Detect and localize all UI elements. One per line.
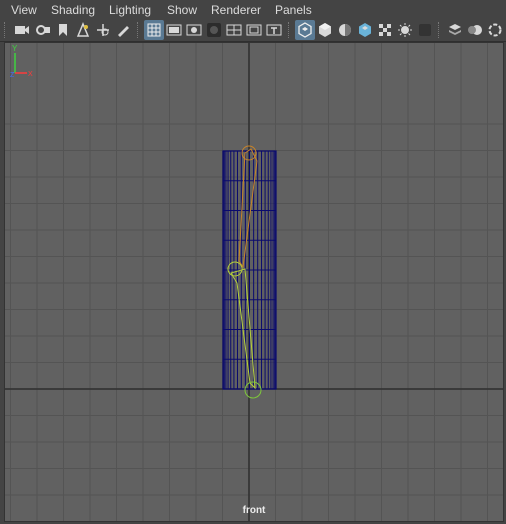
axis-y-label: Y: [12, 44, 18, 53]
screen-space-ao-icon[interactable]: [445, 20, 465, 40]
image-plane-icon[interactable]: [73, 20, 93, 40]
axis-z-label: Z: [10, 72, 15, 79]
wireframe-on-shaded-icon[interactable]: [375, 20, 395, 40]
axis-gizmo: Y Z X: [10, 44, 33, 79]
safe-title-icon[interactable]: [264, 20, 284, 40]
viewport-canvas: [5, 43, 503, 521]
default-material-icon[interactable]: [355, 20, 375, 40]
film-gate-icon[interactable]: [164, 20, 184, 40]
panel-toolbar: [0, 19, 506, 42]
skeleton[interactable]: [227, 145, 262, 399]
isolate-select-icon[interactable]: [295, 20, 315, 40]
toolbar-separator: [288, 22, 292, 38]
joint-mid[interactable]: [227, 261, 243, 277]
camera-attributes-icon[interactable]: [33, 20, 53, 40]
grease-pencil-icon[interactable]: [113, 20, 133, 40]
toolbar-separator: [137, 22, 141, 38]
menu-lighting[interactable]: Lighting: [109, 3, 151, 17]
lower-bone[interactable]: [230, 268, 256, 390]
panel-menubar: View Shading Lighting Show Renderer Pane…: [0, 0, 506, 19]
shadows-icon[interactable]: [415, 20, 435, 40]
viewport-front[interactable]: Y Z X front: [4, 42, 504, 522]
joint-end[interactable]: [244, 381, 262, 399]
menu-panels[interactable]: Panels: [275, 3, 312, 17]
wireframe-icon[interactable]: [315, 20, 335, 40]
resolution-gate-icon[interactable]: [184, 20, 204, 40]
safe-action-icon[interactable]: [244, 20, 264, 40]
bookmark-icon[interactable]: [53, 20, 73, 40]
axis-x-label: X: [28, 71, 33, 78]
field-chart-icon[interactable]: [224, 20, 244, 40]
smooth-shade-icon[interactable]: [335, 20, 355, 40]
toolbar-separator: [4, 22, 8, 38]
menu-view[interactable]: View: [11, 3, 37, 17]
toolbar-separator: [438, 22, 442, 38]
cylinder-mesh-wireframe[interactable]: [222, 150, 277, 390]
anti-aliasing-icon[interactable]: [485, 20, 505, 40]
use-all-lights-icon[interactable]: [395, 20, 415, 40]
menu-shading[interactable]: Shading: [51, 3, 95, 17]
2d-pan-zoom-icon[interactable]: [93, 20, 113, 40]
camera-select-icon[interactable]: [12, 20, 32, 40]
gate-mask-icon[interactable]: [204, 20, 224, 40]
grid-toggle-icon[interactable]: [144, 20, 164, 40]
view-name-label: front: [242, 505, 266, 516]
menu-show[interactable]: Show: [167, 3, 197, 17]
menu-renderer[interactable]: Renderer: [211, 3, 261, 17]
motion-blur-icon[interactable]: [465, 20, 485, 40]
